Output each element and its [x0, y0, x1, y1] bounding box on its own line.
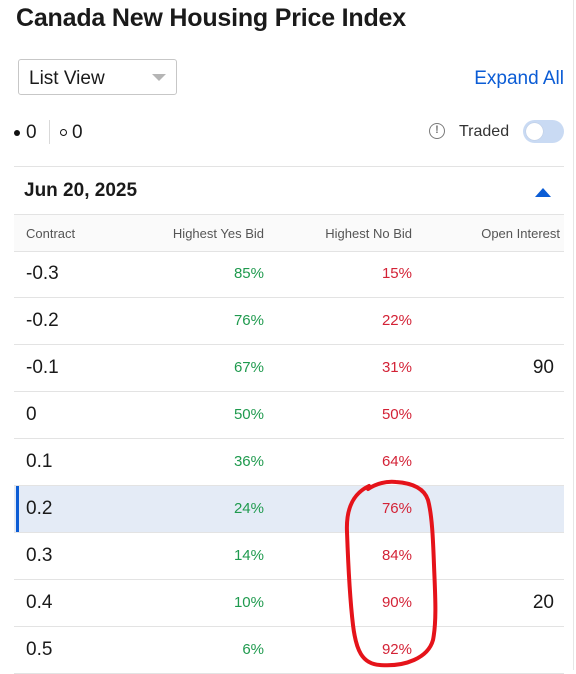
yes-bid-cell[interactable]: 24%	[234, 500, 264, 517]
page-title: Canada New Housing Price Index	[16, 4, 406, 32]
no-bid-cell[interactable]: 64%	[382, 453, 412, 470]
toggle-knob	[526, 123, 543, 140]
info-circle-icon[interactable]: !	[429, 123, 445, 139]
no-bid-cell[interactable]: 15%	[382, 265, 412, 282]
hollow-dot-icon	[60, 129, 67, 136]
table-row[interactable]: 0.2 24% 76%	[14, 486, 564, 533]
open-interest-cell: 20	[532, 592, 554, 613]
table-row[interactable]: 0.1 36% 64%	[14, 439, 564, 486]
table-row[interactable]: 0.4 10% 90% 20	[14, 580, 564, 627]
no-bid-cell[interactable]: 90%	[382, 594, 412, 611]
section-date: Jun 20, 2025	[24, 180, 138, 201]
expand-all-link[interactable]: Expand All	[474, 68, 564, 90]
header-highest-no-bid: Highest No Bid	[325, 226, 412, 241]
contract-cell: 0.4	[26, 592, 53, 613]
yes-bid-cell[interactable]: 67%	[234, 359, 264, 376]
open-interest-cell: 90	[532, 357, 554, 378]
yes-bid-cell[interactable]: 76%	[234, 312, 264, 329]
table-row[interactable]: 0 50% 50%	[14, 392, 564, 439]
header-open-interest: Open Interest	[481, 226, 560, 241]
table-row[interactable]: 0.5 6% 92%	[14, 627, 564, 674]
yes-bid-cell[interactable]: 6%	[242, 641, 264, 658]
no-bid-cell[interactable]: 84%	[382, 547, 412, 564]
hollow-count: 0	[72, 122, 83, 143]
header-highest-yes-bid: Highest Yes Bid	[172, 226, 264, 241]
no-bid-cell[interactable]: 92%	[382, 641, 412, 658]
contract-table-body: -0.3 85% 15% -0.2 76% 22% -0.1 67% 31% 90 0 50% 50% 0…	[14, 251, 564, 674]
table-row[interactable]: 0.3 14% 84%	[14, 533, 564, 580]
table-row[interactable]: -0.1 67% 31% 90	[14, 345, 564, 392]
contract-cell: 0.2	[26, 498, 53, 519]
view-mode-value: List View	[29, 68, 105, 89]
section-divider	[14, 166, 564, 167]
yes-bid-cell[interactable]: 85%	[234, 265, 264, 282]
no-bid-cell[interactable]: 22%	[382, 312, 412, 329]
table-row[interactable]: -0.2 76% 22%	[14, 298, 564, 345]
yes-bid-cell[interactable]: 36%	[234, 453, 264, 470]
table-header: Contract Highest Yes Bid Highest No Bid …	[14, 214, 564, 252]
contract-cell: 0.5	[26, 639, 53, 660]
contract-cell: -0.1	[26, 357, 59, 378]
filled-dot-icon	[14, 130, 20, 136]
contract-cell: -0.3	[26, 263, 59, 284]
contract-cell: 0	[26, 404, 37, 425]
contract-cell: 0.3	[26, 545, 53, 566]
yes-bid-cell[interactable]: 10%	[234, 594, 264, 611]
traded-toggle[interactable]	[523, 120, 564, 143]
chevron-down-icon	[152, 74, 166, 81]
no-bid-cell[interactable]: 31%	[382, 359, 412, 376]
page-edge-divider	[573, 0, 574, 670]
yes-bid-cell[interactable]: 50%	[234, 406, 264, 423]
no-bid-cell[interactable]: 76%	[382, 500, 412, 517]
table-row[interactable]: -0.3 85% 15%	[14, 251, 564, 298]
traded-label: Traded	[459, 123, 510, 140]
filled-count: 0	[26, 122, 37, 143]
contract-cell: 0.1	[26, 451, 53, 472]
header-contract: Contract	[26, 226, 76, 241]
legend-divider	[49, 120, 50, 144]
caret-up-icon[interactable]	[535, 188, 551, 197]
view-mode-select[interactable]: List View	[18, 59, 177, 95]
yes-bid-cell[interactable]: 14%	[234, 547, 264, 564]
no-bid-cell[interactable]: 50%	[382, 406, 412, 423]
contract-cell: -0.2	[26, 310, 59, 331]
